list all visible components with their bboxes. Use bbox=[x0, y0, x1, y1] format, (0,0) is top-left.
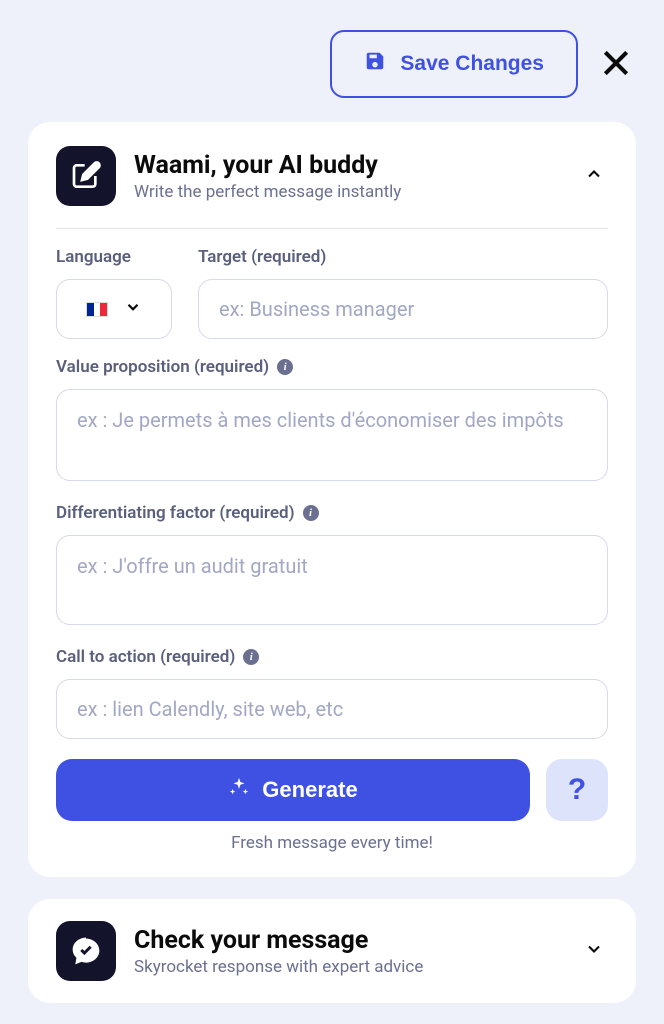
generate-caption: Fresh message every time! bbox=[56, 833, 608, 853]
value-prop-label: Value proposition (required) i bbox=[56, 357, 608, 377]
check-subtitle: Skyrocket response with expert advice bbox=[134, 957, 562, 977]
waami-subtitle: Write the perfect message instantly bbox=[134, 182, 562, 202]
flag-france-icon bbox=[86, 302, 108, 317]
expand-check-button[interactable] bbox=[580, 937, 608, 965]
save-changes-label: Save Changes bbox=[400, 52, 544, 76]
save-changes-button[interactable]: Save Changes bbox=[330, 30, 578, 98]
compose-icon bbox=[56, 146, 116, 206]
cta-label: Call to action (required) i bbox=[56, 647, 608, 667]
check-title: Check your message bbox=[134, 926, 562, 955]
language-label: Language bbox=[56, 247, 172, 267]
close-icon bbox=[600, 47, 632, 82]
diff-factor-label: Differentiating factor (required) i bbox=[56, 503, 608, 523]
info-icon[interactable]: i bbox=[277, 359, 293, 375]
target-label: Target (required) bbox=[198, 247, 608, 267]
target-input[interactable] bbox=[198, 279, 608, 339]
close-button[interactable] bbox=[596, 44, 636, 84]
info-icon[interactable]: i bbox=[303, 505, 319, 521]
waami-card-header: Waami, your AI buddy Write the perfect m… bbox=[56, 146, 608, 206]
chevron-up-icon bbox=[584, 164, 604, 188]
top-bar: Save Changes bbox=[0, 0, 664, 122]
help-button[interactable]: ? bbox=[546, 759, 608, 821]
generate-button[interactable]: Generate bbox=[56, 759, 530, 821]
check-card: Check your message Skyrocket response wi… bbox=[28, 899, 636, 1003]
diff-factor-input[interactable] bbox=[56, 535, 608, 625]
divider bbox=[56, 228, 608, 229]
language-select[interactable] bbox=[56, 279, 172, 339]
chevron-down-icon bbox=[124, 298, 142, 320]
cta-input[interactable] bbox=[56, 679, 608, 739]
generate-label: Generate bbox=[262, 777, 357, 803]
sparkles-icon bbox=[228, 776, 250, 804]
waami-title: Waami, your AI buddy bbox=[134, 151, 562, 180]
value-prop-input[interactable] bbox=[56, 389, 608, 481]
waami-card: Waami, your AI buddy Write the perfect m… bbox=[28, 122, 636, 877]
chat-check-icon bbox=[56, 921, 116, 981]
info-icon[interactable]: i bbox=[243, 649, 259, 665]
chevron-down-icon bbox=[584, 939, 604, 963]
collapse-waami-button[interactable] bbox=[580, 162, 608, 190]
save-icon bbox=[364, 50, 386, 78]
check-card-header: Check your message Skyrocket response wi… bbox=[56, 921, 608, 981]
